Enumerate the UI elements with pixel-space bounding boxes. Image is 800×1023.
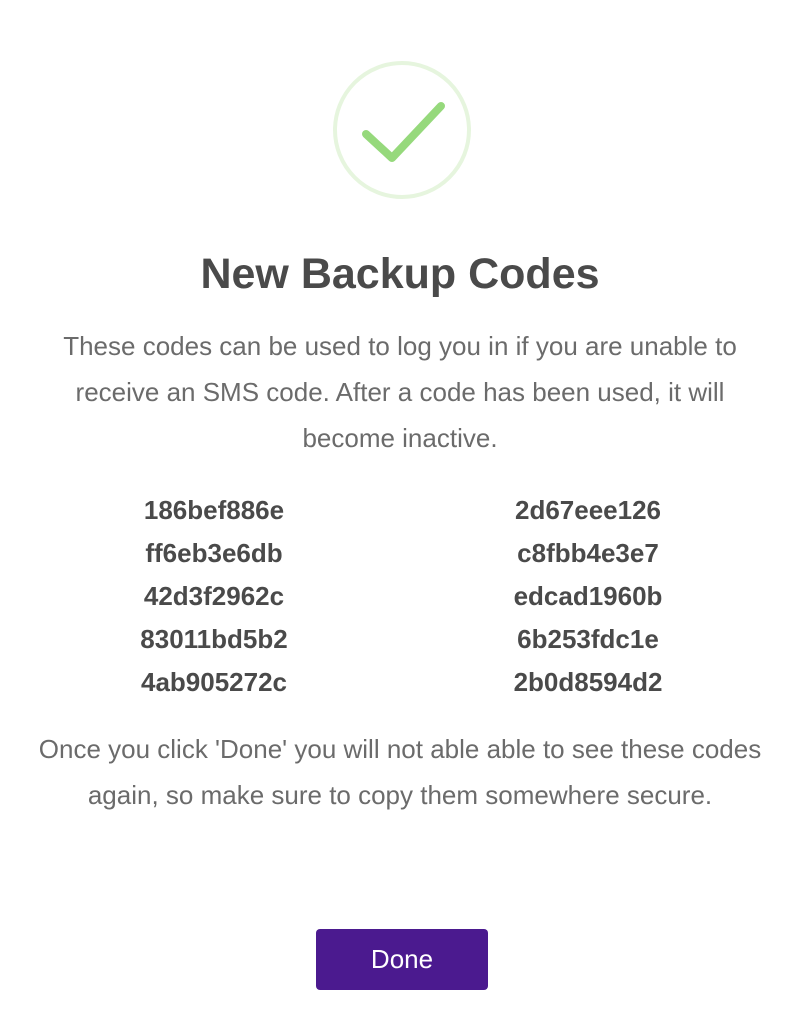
code-row: 42d3f2962c edcad1960b — [0, 575, 800, 618]
backup-code: 4ab905272c — [140, 667, 288, 697]
backup-code: edcad1960b — [513, 581, 663, 611]
backup-code: 6b253fdc1e — [517, 624, 659, 654]
backup-code: 83011bd5b2 — [140, 624, 288, 654]
backup-code: 2d67eee126 — [514, 495, 662, 525]
backup-code: 186bef886e — [143, 495, 285, 525]
code-row: ff6eb3e6db c8fbb4e3e7 — [0, 532, 800, 575]
code-row: 83011bd5b2 6b253fdc1e — [0, 618, 800, 661]
done-button[interactable]: Done — [316, 929, 488, 990]
page-title: New Backup Codes — [200, 250, 600, 298]
code-row: 186bef886e 2d67eee126 — [0, 489, 800, 532]
backup-code: 42d3f2962c — [143, 581, 285, 611]
backup-codes-list: 186bef886e 2d67eee126 ff6eb3e6db c8fbb4e… — [0, 489, 800, 704]
backup-code: ff6eb3e6db — [145, 538, 283, 568]
description-text: These codes can be used to log you in if… — [63, 331, 737, 453]
notice-text: Once you click 'Done' you will not able … — [38, 734, 762, 810]
backup-code: c8fbb4e3e7 — [517, 538, 659, 568]
backup-code: 2b0d8594d2 — [513, 667, 663, 697]
code-row: 4ab905272c 2b0d8594d2 — [0, 661, 800, 704]
checkmark-icon — [332, 60, 472, 200]
